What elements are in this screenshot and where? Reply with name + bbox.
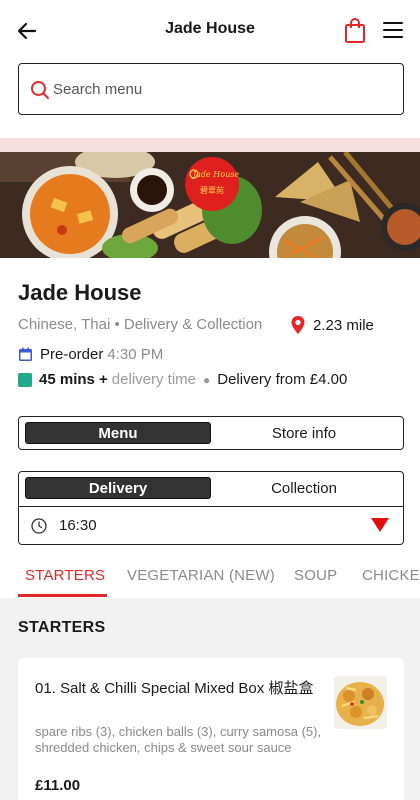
tab-store-info[interactable]: Store info	[211, 422, 397, 444]
delivery-time-value: 45 mins +	[39, 371, 108, 388]
food-thumbnail-image	[334, 676, 387, 729]
time-selector[interactable]: 16:30	[19, 506, 403, 544]
collection-option[interactable]: Collection	[211, 477, 397, 499]
menu-button[interactable]	[381, 18, 405, 42]
tab-menu[interactable]: Menu	[25, 422, 211, 444]
logo-chinese-text: 碧翠苑	[200, 185, 224, 195]
restaurant-name: Jade House	[18, 280, 142, 305]
search-input[interactable]	[53, 74, 393, 104]
location-pin-icon	[291, 316, 305, 334]
search-icon	[31, 81, 49, 99]
top-bar: Jade House	[0, 0, 420, 62]
hero-banner: Jade House 碧翠苑	[0, 152, 420, 258]
menu-item-card[interactable]: 01. Salt & Chilli Special Mixed Box 椒盐盒 …	[18, 658, 404, 800]
restaurant-cuisine: Chinese, Thai • Delivery & Collection	[18, 316, 263, 333]
tab-chicken[interactable]: CHICKEN	[362, 567, 420, 584]
selected-time: 16:30	[59, 517, 97, 534]
logo-text: Jade House	[191, 170, 239, 179]
active-tab-indicator	[18, 594, 107, 597]
menu-item-price: £11.00	[35, 777, 81, 794]
menu-item-description: spare ribs (3), chicken balls (3), curry…	[35, 724, 322, 755]
menu-item-thumbnail	[334, 676, 387, 729]
separator-dot: ●	[203, 372, 211, 387]
tab-starters[interactable]: STARTERS	[25, 567, 105, 584]
restaurant-distance: 2.23 mile	[290, 315, 374, 335]
menu-item-name: 01. Salt & Chilli Special Mixed Box 椒盐盒	[35, 680, 314, 697]
tab-vegetarian[interactable]: VEGETARIAN (NEW)	[127, 567, 275, 584]
delivery-time-label: delivery time	[111, 371, 196, 388]
cart-button[interactable]	[342, 17, 368, 45]
tab-soup[interactable]: SOUP	[294, 567, 337, 584]
preorder-time: 4:30 PM	[107, 346, 164, 363]
clock-icon	[31, 518, 47, 534]
view-toggle: Menu Store info	[18, 416, 404, 450]
delivery-fee: Delivery from £4.00	[217, 371, 348, 388]
preorder-info: Pre-order 4:30 PM	[18, 346, 163, 363]
category-tabs: STARTERS VEGETARIAN (NEW) SOUP CHICKEN	[0, 560, 420, 598]
shopping-bag-icon	[345, 18, 365, 43]
delivery-time-icon	[18, 372, 32, 387]
order-type-panel: Delivery Collection 16:30	[18, 471, 404, 545]
section-title: STARTERS	[18, 619, 106, 636]
delivery-option[interactable]: Delivery	[25, 477, 211, 499]
distance-value: 2.23 mile	[313, 316, 374, 334]
hamburger-menu-icon	[383, 22, 403, 38]
search-box[interactable]	[18, 63, 404, 115]
calendar-icon	[19, 347, 32, 361]
food-banner-image: Jade House 碧翠苑	[0, 152, 420, 258]
divider-band	[0, 138, 420, 152]
preorder-label: Pre-order	[40, 346, 104, 363]
caret-down-icon	[371, 518, 389, 532]
delivery-info: 45 mins + delivery time ● Delivery from …	[18, 371, 347, 388]
